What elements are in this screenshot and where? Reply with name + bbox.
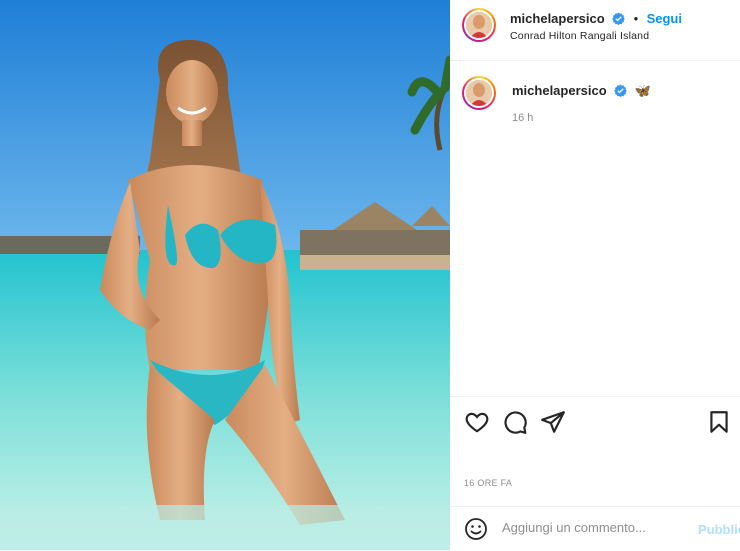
comment-button[interactable] [502, 409, 528, 435]
comment-bar: Pubblica [450, 506, 740, 551]
verified-badge-icon [614, 84, 627, 97]
avatar[interactable] [462, 8, 496, 42]
follow-button[interactable]: Segui [647, 11, 682, 26]
post-header: michelapersico • Segui Conrad Hilton Ran… [450, 0, 740, 61]
post-sidebar: michelapersico • Segui Conrad Hilton Ran… [450, 0, 740, 550]
comment-icon [504, 411, 527, 434]
heart-icon [465, 412, 489, 433]
caption-username[interactable]: michelapersico [512, 83, 607, 98]
emoji-button[interactable] [464, 517, 488, 541]
beach-photo-image [0, 0, 450, 550]
share-button[interactable] [540, 409, 566, 435]
post-photo[interactable] [0, 0, 450, 550]
publish-button[interactable]: Pubblica [698, 522, 740, 537]
instagram-post: michelapersico • Segui Conrad Hilton Ran… [0, 0, 740, 550]
caption-text: 🦋 [634, 83, 651, 98]
caption-avatar[interactable] [462, 76, 496, 110]
location-link[interactable]: Conrad Hilton Rangali Island [510, 30, 649, 42]
share-icon [541, 411, 565, 433]
username[interactable]: michelapersico [510, 11, 605, 26]
caption-time[interactable]: 16 h [512, 112, 533, 124]
post-date[interactable]: 16 ORE FA [464, 478, 512, 488]
verified-badge-icon [612, 12, 625, 25]
separator-dot: • [633, 11, 639, 26]
comment-input[interactable] [502, 520, 682, 535]
action-bar [450, 396, 740, 447]
save-button[interactable] [706, 409, 732, 435]
bookmark-icon [710, 411, 728, 433]
emoji-icon [465, 518, 487, 540]
like-button[interactable] [464, 409, 490, 435]
